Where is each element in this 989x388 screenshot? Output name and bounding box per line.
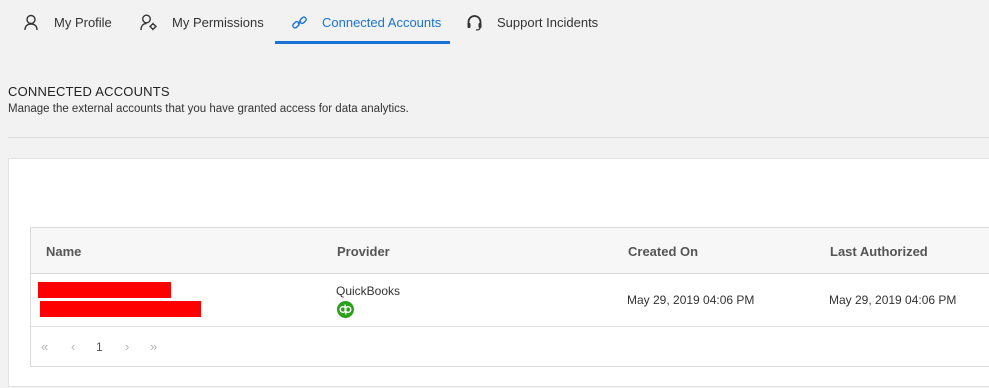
created-on-cell: May 29, 2019 04:06 PM: [627, 293, 755, 307]
user-gear-icon: [140, 13, 158, 31]
tab-my-profile[interactable]: My Profile: [22, 0, 112, 44]
last-authorized-cell: May 29, 2019 04:06 PM: [829, 293, 957, 307]
next-page-button[interactable]: ›: [125, 339, 129, 354]
tab-label: Connected Accounts: [322, 14, 442, 30]
tab-support-incidents[interactable]: Support Incidents: [465, 0, 598, 44]
prev-page-button[interactable]: ‹: [71, 339, 75, 354]
table-row[interactable]: QuickBooks May 29, 2019 04:06 PM May 29,…: [31, 274, 989, 327]
first-page-button[interactable]: «: [41, 339, 48, 354]
link-icon: [290, 13, 308, 31]
page-number-button[interactable]: 1: [96, 340, 103, 354]
active-tab-indicator: [275, 41, 450, 44]
column-header-provider[interactable]: Provider: [337, 244, 390, 259]
quickbooks-icon: [337, 301, 354, 318]
column-header-last-authorized[interactable]: Last Authorized: [830, 244, 928, 259]
redacted-name-line-2: [40, 301, 201, 317]
tab-connected-accounts[interactable]: Connected Accounts: [290, 0, 441, 44]
tab-bar: My Profile My Permissions Connected Acco…: [0, 0, 989, 44]
user-icon: [22, 13, 40, 31]
column-header-created-on[interactable]: Created On: [628, 244, 698, 259]
pager: « ‹ 1 › »: [31, 327, 989, 367]
last-page-button[interactable]: »: [150, 339, 157, 354]
tab-label: Support Incidents: [497, 14, 599, 30]
tab-my-permissions[interactable]: My Permissions: [140, 0, 264, 44]
provider-name: QuickBooks: [336, 284, 401, 298]
accounts-grid: Name Provider Created On Last Authorized…: [30, 227, 989, 367]
header-divider: [8, 137, 989, 138]
tab-label: My Profile: [54, 14, 112, 30]
column-header-name[interactable]: Name: [46, 244, 81, 259]
page-title: CONNECTED ACCOUNTS: [8, 84, 170, 99]
page-subtitle: Manage the external accounts that you ha…: [8, 103, 409, 115]
redacted-name-line-1: [38, 282, 171, 298]
grid-header: Name Provider Created On Last Authorized: [31, 228, 989, 274]
tab-label: My Permissions: [172, 14, 264, 30]
headset-icon: [465, 13, 483, 31]
